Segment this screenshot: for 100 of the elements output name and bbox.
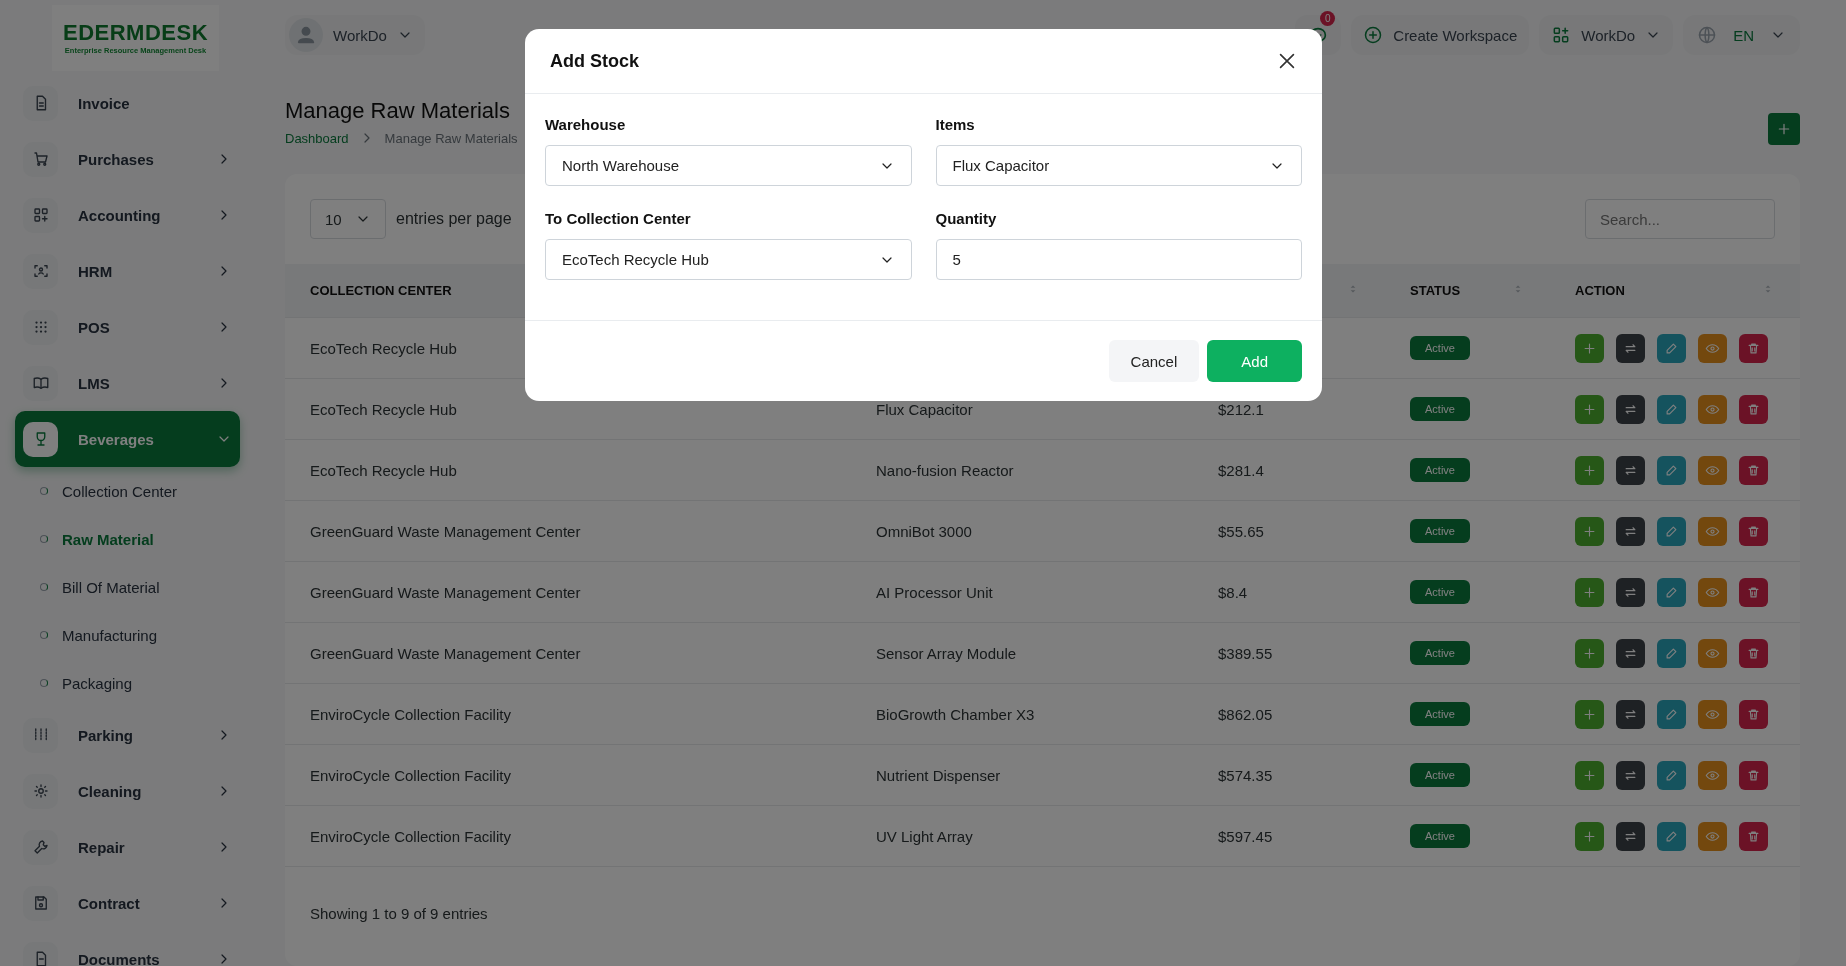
plus-icon <box>1582 767 1597 783</box>
status-badge: Active <box>1410 702 1470 726</box>
table-cell: BioGrowth Chamber X3 <box>851 684 1193 745</box>
add-button[interactable] <box>1575 638 1604 668</box>
delete-button[interactable] <box>1739 638 1768 668</box>
transfer-button[interactable] <box>1616 821 1645 851</box>
sidebar-item[interactable]: HRM <box>15 243 240 299</box>
table-cell: UV Light Array <box>851 806 1193 867</box>
plus-icon <box>1582 462 1597 478</box>
sidebar-item[interactable]: Parking <box>15 707 240 763</box>
entries-label: entries per page <box>396 210 512 228</box>
pencil-icon <box>1664 645 1679 661</box>
select-field[interactable]: North Warehouse <box>545 145 912 186</box>
submenu-item[interactable]: Bill Of Material <box>0 563 285 611</box>
sidebar-item[interactable]: Invoice <box>15 75 240 131</box>
view-button[interactable] <box>1698 394 1727 424</box>
column-header[interactable]: STATUS <box>1385 264 1550 318</box>
plus-icon <box>1582 340 1597 356</box>
delete-button[interactable] <box>1739 577 1768 607</box>
sidebar-item[interactable]: Accounting <box>15 187 240 243</box>
delete-button[interactable] <box>1739 821 1768 851</box>
input-field[interactable]: 5 <box>935 239 1302 280</box>
trash-icon <box>1746 645 1761 661</box>
transfer-button[interactable] <box>1616 455 1645 485</box>
edit-button[interactable] <box>1657 394 1686 424</box>
table-cell: $389.55 <box>1193 623 1385 684</box>
book-icon <box>31 374 50 392</box>
transfer-button[interactable] <box>1616 699 1645 729</box>
entries-select[interactable]: 10 <box>310 199 386 239</box>
sidebar-item[interactable]: POS <box>15 299 240 355</box>
edit-button[interactable] <box>1657 638 1686 668</box>
edit-button[interactable] <box>1657 760 1686 790</box>
add-button[interactable] <box>1575 333 1604 363</box>
table-cell: $597.45 <box>1193 806 1385 867</box>
breadcrumb-link[interactable]: Dashboard <box>285 130 349 146</box>
delete-button[interactable] <box>1739 699 1768 729</box>
pencil-icon <box>1664 706 1679 722</box>
transfer-button[interactable] <box>1616 516 1645 546</box>
dialog-title: Add Stock <box>550 50 639 72</box>
transfer-button[interactable] <box>1616 638 1645 668</box>
sidebar-item[interactable]: Cleaning <box>15 763 240 819</box>
page-title: Manage Raw Materials <box>285 98 511 124</box>
transfer-button[interactable] <box>1616 333 1645 363</box>
status-badge: Active <box>1410 641 1470 665</box>
view-button[interactable] <box>1698 455 1727 485</box>
add-button[interactable] <box>1575 455 1604 485</box>
delete-button[interactable] <box>1739 760 1768 790</box>
delete-button[interactable] <box>1739 455 1768 485</box>
search-field[interactable]: Search... <box>1585 199 1775 239</box>
edit-button[interactable] <box>1657 455 1686 485</box>
submit-button[interactable]: Add <box>1207 340 1302 382</box>
sidebar-item[interactable]: Repair <box>15 819 240 875</box>
edit-button[interactable] <box>1657 577 1686 607</box>
column-header[interactable]: ACTION <box>1550 264 1800 318</box>
edit-button[interactable] <box>1657 821 1686 851</box>
status-badge: Active <box>1410 458 1470 482</box>
view-button[interactable] <box>1698 638 1727 668</box>
submenu-item[interactable]: Raw Material <box>0 515 285 563</box>
sidebar-item[interactable]: Purchases <box>15 131 240 187</box>
sidebar-item[interactable]: Contract <box>15 875 240 931</box>
sidebar-item[interactable]: Documents <box>15 931 240 966</box>
add-button[interactable] <box>1575 577 1604 607</box>
sidebar-item[interactable]: Beverages <box>15 411 240 467</box>
view-button[interactable] <box>1698 333 1727 363</box>
add-button[interactable] <box>1575 699 1604 729</box>
add-button[interactable] <box>1575 394 1604 424</box>
delete-button[interactable] <box>1739 333 1768 363</box>
grid-plus-icon <box>31 206 50 224</box>
view-button[interactable] <box>1698 516 1727 546</box>
submenu-item[interactable]: Packaging <box>0 659 285 707</box>
view-button[interactable] <box>1698 760 1727 790</box>
view-button[interactable] <box>1698 699 1727 729</box>
edit-button[interactable] <box>1657 516 1686 546</box>
add-button[interactable] <box>1768 113 1800 145</box>
select-field[interactable]: EcoTech Recycle Hub <box>545 239 912 280</box>
table-cell: $8.4 <box>1193 562 1385 623</box>
sidebar-item[interactable]: LMS <box>15 355 240 411</box>
entries-info: Showing 1 to 9 of 9 entries <box>309 904 489 924</box>
plus-icon <box>1582 584 1597 600</box>
trash-icon <box>1746 584 1761 600</box>
add-button[interactable] <box>1575 516 1604 546</box>
add-button[interactable] <box>1575 821 1604 851</box>
select-field[interactable]: Flux Capacitor <box>935 145 1302 186</box>
delete-button[interactable] <box>1739 516 1768 546</box>
transfer-button[interactable] <box>1616 577 1645 607</box>
edit-button[interactable] <box>1657 699 1686 729</box>
delete-button[interactable] <box>1739 394 1768 424</box>
table-cell: Nano-fusion Reactor <box>851 440 1193 501</box>
view-button[interactable] <box>1698 577 1727 607</box>
add-button[interactable] <box>1575 760 1604 790</box>
submenu-item[interactable]: Manufacturing <box>0 611 285 659</box>
transfer-button[interactable] <box>1616 760 1645 790</box>
cancel-button[interactable]: Cancel <box>1108 340 1200 382</box>
table-cell: Nutrient Dispenser <box>851 745 1193 806</box>
trash-icon <box>1746 462 1761 478</box>
transfer-button[interactable] <box>1616 394 1645 424</box>
status-badge: Active <box>1410 336 1470 360</box>
view-button[interactable] <box>1698 821 1727 851</box>
submenu-item[interactable]: Collection Center <box>0 467 285 515</box>
edit-button[interactable] <box>1657 333 1686 363</box>
